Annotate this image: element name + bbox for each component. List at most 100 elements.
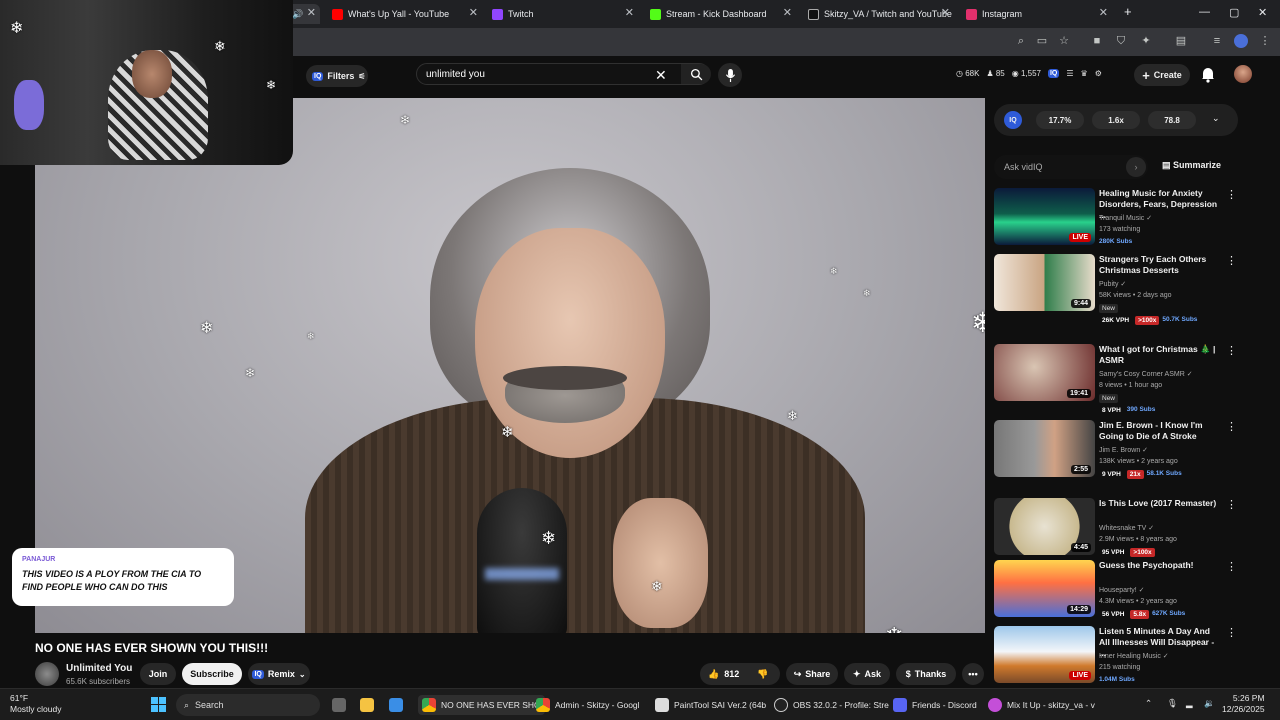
recommendation-meta: 4.3M views • 2 years ago <box>1099 598 1177 605</box>
recommendation-channel[interactable]: Samy's Cosy Corner ASMR ✓ <box>1099 370 1193 378</box>
chevron-down-icon[interactable]: ⌄ <box>1212 113 1220 124</box>
sidepanel-icon[interactable]: ▤ <box>1174 34 1188 48</box>
account-avatar[interactable] <box>1234 65 1252 83</box>
channel-avatar[interactable] <box>35 662 59 686</box>
new-tab-button[interactable]: + <box>1124 4 1132 19</box>
tab-skitzy[interactable]: Skitzy_VA / Twitch and YouTube ✕ <box>802 4 954 24</box>
subscribe-button[interactable]: Subscribe <box>182 663 242 685</box>
clock[interactable]: 5:26 PM 12/26/2025 <box>1222 693 1265 714</box>
tab-youtube[interactable]: What's Up Yall - YouTube ✕ <box>326 4 482 24</box>
recommendation-channel[interactable]: Houseparty! ✓ <box>1099 586 1145 594</box>
maximize-button[interactable]: ▢ <box>1229 6 1239 19</box>
network-icon[interactable]: ▂ <box>1186 698 1193 709</box>
remix-button[interactable]: IQ Remix ⌄ <box>248 663 310 685</box>
close-tab-icon[interactable]: ✕ <box>783 6 792 19</box>
close-tab-icon[interactable]: ✕ <box>469 6 478 19</box>
more-options-icon[interactable]: ⋮ <box>1226 254 1237 267</box>
create-button[interactable]: + Create <box>1134 64 1190 86</box>
dislike-button[interactable]: 👎 <box>757 669 768 680</box>
minimize-button[interactable]: — <box>1199 6 1210 18</box>
search-box[interactable]: ✕ <box>416 63 711 85</box>
taskbar-app-obs[interactable]: OBS 32.0.2 - Profile: Stre <box>774 698 889 712</box>
taskbar-search[interactable]: ⌕ Search <box>176 694 320 716</box>
recommendation-title[interactable]: What I got for Christmas 🎄 | ASMR <box>1099 344 1219 366</box>
filters-button[interactable]: IQ Filters ⚟ <box>306 65 368 87</box>
extension-icon[interactable]: ■ <box>1090 34 1104 48</box>
more-options-icon[interactable]: ⋮ <box>1226 344 1237 357</box>
taskbar-app-chrome[interactable]: NO ONE HAS EVER SHO <box>418 695 545 715</box>
menu-kebab-icon[interactable]: ⋮ <box>1258 34 1272 48</box>
like-button[interactable]: 👍 812 <box>708 669 739 680</box>
shield-icon[interactable]: ⛉ <box>1114 34 1128 48</box>
thanks-button[interactable]: $ Thanks <box>896 663 956 685</box>
windows-start-icon[interactable] <box>151 697 166 712</box>
close-tab-icon[interactable]: ✕ <box>1099 6 1108 19</box>
close-tab-icon[interactable]: ✕ <box>625 6 634 19</box>
taskbar-app-mixitup[interactable]: Mix It Up - skitzy_va - v <box>988 698 1095 712</box>
trophy-icon[interactable]: ♛ <box>1081 69 1088 78</box>
search-input[interactable] <box>417 68 647 80</box>
more-options-icon[interactable]: ⋮ <box>1226 560 1237 573</box>
close-tab-icon[interactable]: ✕ <box>941 6 950 19</box>
list-icon[interactable]: ☰ <box>1066 69 1073 78</box>
channel-name[interactable]: Unlimited You <box>66 663 132 674</box>
tab-kick[interactable]: Stream - Kick Dashboard ✕ <box>644 4 796 24</box>
video-thumbnail[interactable]: 14:29 <box>994 560 1095 617</box>
video-thumbnail[interactable]: 4:45 <box>994 498 1095 555</box>
recommendation-title[interactable]: Jim E. Brown - I Know I'm Going to Die o… <box>1099 420 1219 442</box>
speaker-icon[interactable]: 🔊 <box>292 9 303 20</box>
voice-search-button[interactable] <box>718 63 742 87</box>
ask-button[interactable]: ✦ Ask <box>844 663 890 685</box>
recommendation-channel[interactable]: Pubity ✓ <box>1099 280 1126 288</box>
cast-icon[interactable]: ▭ <box>1035 34 1049 48</box>
chevron-right-icon[interactable]: › <box>1126 157 1146 177</box>
store-icon[interactable] <box>389 698 403 712</box>
taskbar-app-chrome-2[interactable]: Admin - Skitzy - Googl <box>536 698 640 712</box>
settings-icon[interactable]: ⚙ <box>1095 69 1102 78</box>
weather-widget[interactable]: 61°F Mostly cloudy <box>10 693 62 714</box>
ask-vidiq-input[interactable]: Ask vidIQ › <box>994 155 1148 179</box>
file-explorer-icon[interactable] <box>360 698 374 712</box>
media-icon[interactable]: ≡ <box>1210 34 1224 48</box>
chevron-up-icon[interactable]: ⌃ <box>1145 698 1152 709</box>
summarize-button[interactable]: ▤ Summarize <box>1162 160 1221 171</box>
vidiq-logo[interactable]: IQ <box>1004 111 1022 129</box>
recommendation-channel[interactable]: Tranquil Music ✓ <box>1099 214 1152 222</box>
search-button[interactable] <box>681 64 711 84</box>
more-options-icon[interactable]: ⋮ <box>1226 626 1237 639</box>
recommendation-title[interactable]: Guess the Psychopath! <box>1099 560 1219 571</box>
recommendation-channel[interactable]: Inner Healing Music ✓ <box>1099 652 1169 660</box>
share-button[interactable]: ↪ Share <box>786 663 838 685</box>
more-options-icon[interactable]: ⋮ <box>1226 420 1237 433</box>
recommendation-channel[interactable]: Jim E. Brown ✓ <box>1099 446 1148 454</box>
tab-twitch[interactable]: Twitch ✕ <box>486 4 638 24</box>
recommendation-title[interactable]: Is This Love (2017 Remaster) <box>1099 498 1219 509</box>
notifications-bell-icon[interactable] <box>1200 66 1216 83</box>
vidiq-icon[interactable]: IQ <box>1047 69 1060 78</box>
volume-icon[interactable]: 🔉 <box>1204 698 1215 709</box>
taskbar-app-discord[interactable]: Friends - Discord <box>893 698 977 712</box>
video-thumbnail[interactable]: 2:55 <box>994 420 1095 477</box>
stat-badge: >100x <box>1135 316 1160 325</box>
more-options-icon[interactable]: ⋮ <box>1226 188 1237 201</box>
more-options-icon[interactable]: ⋮ <box>1226 498 1237 511</box>
more-actions-button[interactable]: ••• <box>962 663 984 685</box>
close-tab-icon[interactable]: ✕ <box>307 6 316 19</box>
microphone-tray-icon[interactable]: 🎙 <box>1167 698 1178 709</box>
clear-search-icon[interactable]: ✕ <box>655 67 667 84</box>
recommendation-title[interactable]: Strangers Try Each Others Christmas Dess… <box>1099 254 1219 276</box>
task-view-icon[interactable] <box>332 698 346 712</box>
puzzle-icon[interactable]: ✦ <box>1139 34 1153 48</box>
video-thumbnail[interactable]: LIVE <box>994 188 1095 245</box>
video-thumbnail[interactable]: 9:44 <box>994 254 1095 311</box>
profile-icon[interactable] <box>1234 34 1248 48</box>
close-window-button[interactable]: ✕ <box>1258 6 1267 19</box>
video-thumbnail[interactable]: 19:41 <box>994 344 1095 401</box>
zoom-icon[interactable]: ⌕ <box>1014 34 1028 48</box>
taskbar-app-painttool[interactable]: PaintTool SAI Ver.2 (64b <box>655 698 766 712</box>
video-thumbnail[interactable]: LIVE <box>994 626 1095 683</box>
bookmark-star-icon[interactable]: ☆ <box>1057 34 1071 48</box>
recommendation-channel[interactable]: Whitesnake TV ✓ <box>1099 524 1154 532</box>
tab-instagram[interactable]: Instagram ✕ <box>960 4 1112 24</box>
join-button[interactable]: Join <box>140 663 176 685</box>
